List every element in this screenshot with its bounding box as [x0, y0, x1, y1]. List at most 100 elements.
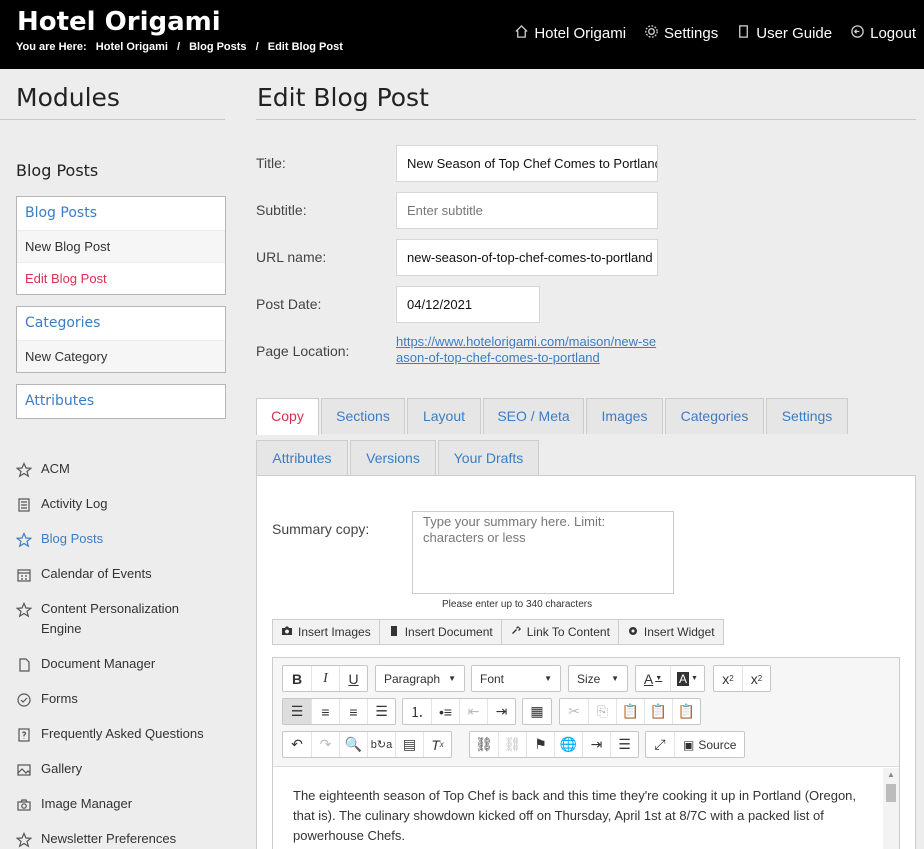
find-icon[interactable]: 🔍	[339, 732, 367, 757]
text-color-button[interactable]: A ▼	[636, 666, 670, 691]
scroll-thumb[interactable]	[886, 784, 896, 802]
tab-categories[interactable]: Categories	[665, 398, 764, 434]
table-icon[interactable]: ▦	[523, 699, 551, 724]
insert-toolbar: Insert Images Insert Document Link To Co…	[272, 619, 724, 645]
insert-images-button[interactable]: Insert Images	[273, 620, 379, 644]
breadcrumb-link-home[interactable]: Hotel Origami	[96, 41, 168, 53]
tab-copy[interactable]: Copy	[256, 398, 319, 435]
subscript-button[interactable]: x2	[714, 666, 742, 691]
anchor-flag-icon[interactable]: ⚑	[526, 732, 554, 757]
numbered-list-icon[interactable]: ⒈	[403, 699, 431, 724]
sidebar-item-edit-blog-post[interactable]: Edit Blog Post	[17, 262, 225, 294]
title-divider	[256, 119, 916, 120]
star-icon	[15, 832, 33, 848]
format-select[interactable]: Paragraph ▼	[375, 665, 465, 692]
cut-icon[interactable]: ✂	[560, 699, 588, 724]
undo-icon[interactable]: ↶	[283, 732, 311, 757]
font-select[interactable]: Font ▼	[471, 665, 561, 692]
box-heading-blog-posts[interactable]: Blog Posts	[17, 197, 225, 230]
tab-images[interactable]: Images	[586, 398, 663, 434]
link-icon[interactable]: ⛓	[470, 732, 498, 757]
underline-button[interactable]: U	[339, 666, 367, 691]
summary-copy-textarea[interactable]: Type your summary here. Limit: character…	[412, 511, 674, 594]
module-calendar-of-events[interactable]: Calendar of Events	[16, 564, 216, 584]
module-content-personalization-engine[interactable]: Content Personalization Engine	[15, 599, 216, 639]
maximize-icon[interactable]: ⤢	[646, 732, 674, 757]
unlink-icon[interactable]: ⛓	[498, 732, 526, 757]
check-circle-icon	[16, 692, 32, 708]
source-label: Source	[698, 737, 737, 752]
link-to-content-button[interactable]: Link To Content	[500, 620, 618, 644]
tab-settings[interactable]: Settings	[766, 398, 848, 434]
module-label: Image Manager	[41, 796, 133, 811]
replace-icon[interactable]: b↻a	[367, 732, 395, 757]
module-forms[interactable]: Forms	[16, 689, 216, 709]
align-right-icon[interactable]: ≡	[339, 699, 367, 724]
module-gallery[interactable]: Gallery	[16, 759, 216, 779]
nav-home[interactable]: Hotel Origami	[514, 24, 626, 43]
select-all-icon[interactable]: ▤	[395, 732, 423, 757]
align-center-icon[interactable]: ≡	[311, 699, 339, 724]
tab-seo-meta[interactable]: SEO / Meta	[483, 398, 584, 434]
background-color-button[interactable]: A ▼	[670, 666, 704, 691]
horizontal-line-icon[interactable]: ☰	[610, 732, 638, 757]
summary-hint: Please enter up to 340 characters	[442, 599, 593, 610]
italic-button[interactable]: I	[311, 666, 339, 691]
sidebar-item-new-blog-post[interactable]: New Blog Post	[17, 230, 225, 262]
globe-icon[interactable]: 🌐	[554, 732, 582, 757]
module-newsletter-preferences[interactable]: Newsletter Preferences	[15, 829, 216, 849]
source-button[interactable]: ▣ Source	[674, 732, 744, 757]
insert-widget-button[interactable]: Insert Widget	[617, 620, 723, 644]
tab-versions[interactable]: Versions	[350, 440, 436, 476]
tab-layout[interactable]: Layout	[407, 398, 481, 434]
outdent-icon[interactable]: ⇤	[459, 699, 487, 724]
page-location-link[interactable]: https://www.hotelorigami.com/maison/new-…	[396, 334, 658, 366]
brand-title[interactable]: Hotel Origami	[17, 7, 221, 37]
tab-attributes[interactable]: Attributes	[256, 440, 348, 476]
insert-widget-label: Insert Widget	[643, 625, 715, 639]
url-name-input[interactable]: new-season-of-top-chef-comes-to-portland	[396, 239, 658, 276]
nav-user-guide[interactable]: User Guide	[736, 24, 832, 43]
insert-images-label: Insert Images	[298, 625, 371, 639]
paste-word-icon[interactable]: 📋	[672, 699, 700, 724]
module-acm[interactable]: ACM	[15, 459, 216, 479]
scroll-up-arrow[interactable]: ▲	[883, 770, 899, 779]
subtitle-input[interactable]: Enter subtitle	[396, 192, 658, 229]
nav-logout[interactable]: Logout	[850, 24, 916, 43]
view-group: ⤢ ▣ Source	[645, 731, 746, 758]
paste-icon[interactable]: 📋	[616, 699, 644, 724]
module-document-manager[interactable]: Document Manager	[16, 654, 216, 674]
tab-your-drafts[interactable]: Your Drafts	[438, 440, 539, 476]
paste-text-icon[interactable]: 📋	[644, 699, 672, 724]
editor-scrollbar[interactable]: ▲	[883, 768, 899, 849]
redo-icon[interactable]: ↷	[311, 732, 339, 757]
align-justify-icon[interactable]: ☰	[367, 699, 395, 724]
nav-home-label: Hotel Origami	[534, 25, 627, 42]
blockquote-icon[interactable]: ⇥	[582, 732, 610, 757]
align-left-icon[interactable]: ☰	[283, 699, 311, 724]
indent-icon[interactable]: ⇥	[487, 699, 515, 724]
module-activity-log[interactable]: Activity Log	[16, 494, 216, 514]
copy-icon[interactable]: ⎘	[588, 699, 616, 724]
box-heading-categories[interactable]: Categories	[17, 307, 225, 340]
nav-settings[interactable]: Settings	[644, 24, 718, 43]
box-heading-attributes[interactable]: Attributes	[17, 385, 225, 418]
script-group: x2 x2	[713, 665, 771, 692]
question-icon	[16, 727, 32, 743]
attributes-box: Attributes	[16, 384, 226, 419]
tab-sections[interactable]: Sections	[321, 398, 405, 434]
insert-document-button[interactable]: Insert Document	[378, 620, 501, 644]
module-faq[interactable]: Frequently Asked Questions	[16, 724, 216, 744]
post-date-input[interactable]: 04/12/2021	[396, 286, 540, 323]
sidebar-item-new-category[interactable]: New Category	[17, 340, 225, 372]
module-image-manager[interactable]: Image Manager	[16, 794, 216, 814]
bulleted-list-icon[interactable]: •≡	[431, 699, 459, 724]
bold-button[interactable]: B	[283, 666, 311, 691]
size-select[interactable]: Size ▼	[568, 665, 628, 692]
editor-content[interactable]: The eighteenth season of Top Chef is bac…	[293, 786, 861, 846]
title-input[interactable]: New Season of Top Chef Comes to Portland	[396, 145, 658, 182]
breadcrumb-link-blog-posts[interactable]: Blog Posts	[189, 41, 246, 53]
module-blog-posts[interactable]: Blog Posts	[15, 529, 216, 549]
remove-format-icon[interactable]: Tx	[423, 732, 451, 757]
superscript-button[interactable]: x2	[742, 666, 770, 691]
